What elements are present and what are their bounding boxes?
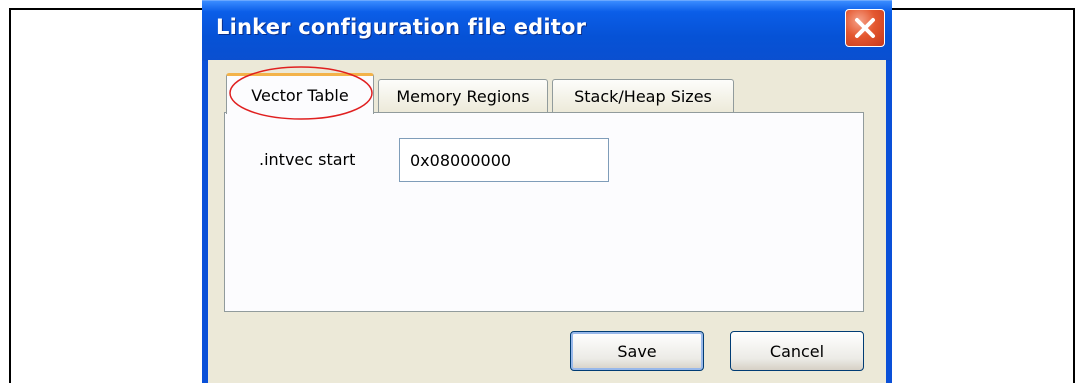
close-icon [855,18,875,38]
intvec-start-input[interactable] [399,138,609,182]
cancel-button-label: Cancel [769,341,825,361]
tab-label: Vector Table [251,85,349,105]
tab-memory-regions[interactable]: Memory Regions [378,79,548,113]
tab-label: Stack/Heap Sizes [574,87,712,106]
close-button[interactable] [845,9,885,47]
window-title: Linker configuration file editor [216,15,587,39]
tab-stack-heap-sizes[interactable]: Stack/Heap Sizes [552,79,734,113]
intvec-start-label: .intvec start [259,150,356,169]
save-button[interactable]: Save [570,331,704,371]
title-bar[interactable]: Linker configuration file editor [202,0,892,61]
cancel-button[interactable]: Cancel [730,331,864,371]
dialog-client-area: Vector Table Memory Regions Stack/Heap S… [208,60,886,383]
save-button-label: Save [617,341,657,361]
tab-vector-table[interactable]: Vector Table [226,73,374,114]
vector-table-panel: .intvec start [224,112,864,312]
dialog-window: Linker configuration file editor Vector … [202,0,892,383]
caption-fragment [11,6,19,18]
tab-strip: Vector Table Memory Regions Stack/Heap S… [222,73,862,114]
tab-label: Memory Regions [396,87,530,106]
